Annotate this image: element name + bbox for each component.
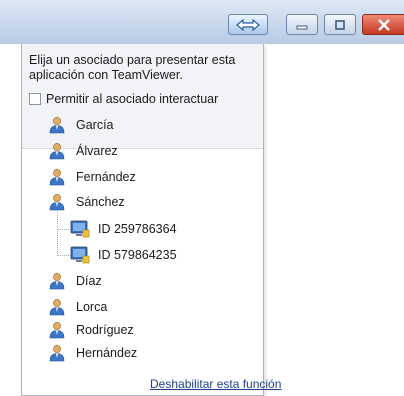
tree-connector (57, 255, 69, 256)
person-icon (49, 345, 65, 362)
window-titlebar (0, 0, 404, 44)
share-partner-panel: Elija un asociado para presentar esta ap… (21, 44, 264, 396)
partner-name: Álvarez (76, 144, 118, 158)
allow-interaction-option[interactable]: Permitir al asociado interactuar (29, 92, 218, 106)
close-icon (377, 18, 390, 31)
partner-name: Fernández (76, 170, 136, 184)
person-icon (49, 273, 65, 290)
computer-icon (70, 220, 90, 238)
allow-interaction-checkbox[interactable] (29, 93, 41, 105)
partner-sanchez[interactable]: Sánchez (48, 192, 125, 212)
computer-icon (70, 246, 90, 264)
device-id: ID 579864235 (98, 248, 177, 262)
share-arrows-icon (236, 18, 260, 31)
minimize-icon (296, 25, 308, 29)
device-id: ID 259786364 (98, 222, 177, 236)
partner-name: Díaz (76, 274, 102, 288)
allow-interaction-label: Permitir al asociado interactuar (46, 92, 219, 106)
panel-description: Elija un asociado para presentar esta ap… (29, 53, 236, 82)
person-icon (49, 194, 65, 211)
device-item[interactable]: ID 259786364 (70, 219, 177, 239)
person-icon (49, 322, 65, 339)
device-item[interactable]: ID 579864235 (70, 245, 177, 265)
person-icon (49, 117, 65, 134)
partner-name: Rodríguez (76, 323, 134, 337)
partner-garcia[interactable]: García (48, 115, 114, 135)
partner-name: Sánchez (76, 195, 125, 209)
partner-name: Hernández (76, 346, 138, 360)
tree-connector (57, 229, 69, 230)
partner-diaz[interactable]: Díaz (48, 271, 102, 291)
partner-rodriguez[interactable]: Rodríguez (48, 320, 134, 340)
minimize-button[interactable] (286, 14, 318, 35)
close-button[interactable] (362, 14, 404, 35)
share-window-button[interactable] (228, 14, 268, 35)
person-icon (49, 143, 65, 160)
person-icon (49, 169, 65, 186)
partner-lorca[interactable]: Lorca (48, 297, 107, 317)
partner-fernandez[interactable]: Fernández (48, 167, 136, 187)
partner-hernandez[interactable]: Hernández (48, 343, 137, 363)
partner-name: Lorca (76, 300, 108, 314)
maximize-icon (335, 19, 345, 30)
disable-feature-link[interactable]: Deshabilitar esta función (150, 377, 281, 391)
partner-name: García (76, 118, 114, 132)
partner-alvarez[interactable]: Álvarez (48, 141, 118, 161)
maximize-button[interactable] (324, 14, 356, 35)
person-icon (49, 299, 65, 316)
